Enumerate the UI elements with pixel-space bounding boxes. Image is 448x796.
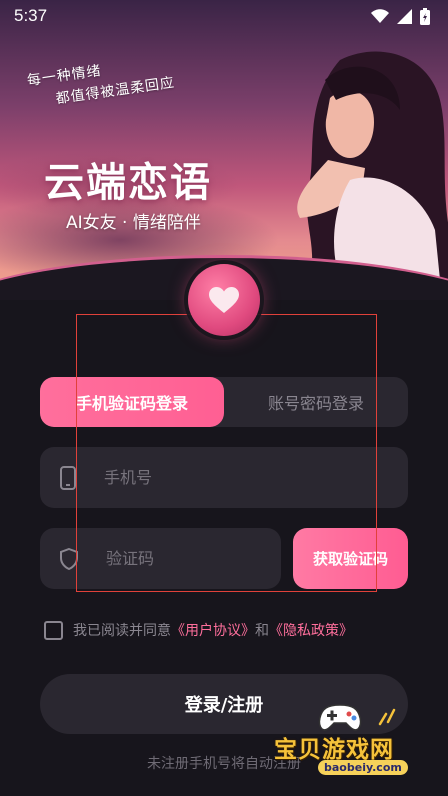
phone-icon xyxy=(60,465,76,490)
phone-field[interactable] xyxy=(40,447,408,508)
heart-icon xyxy=(209,286,239,313)
status-time: 5:37 xyxy=(14,6,48,25)
code-input[interactable] xyxy=(104,548,248,569)
battery-icon xyxy=(420,7,430,25)
spark-icon xyxy=(378,708,396,726)
hero-slogan: 每一种情绪 都值得被温柔回应 xyxy=(26,50,177,114)
agreement-checkbox[interactable] xyxy=(44,620,63,640)
get-code-button[interactable]: 获取验证码 xyxy=(293,528,408,589)
hero-banner: 每一种情绪 都值得被温柔回应 云端恋语 AI女友 · 情绪陪伴 xyxy=(0,0,448,300)
tab-sms-login[interactable]: 手机验证码登录 xyxy=(40,377,224,427)
heart-badge xyxy=(188,264,260,336)
agreement-prefix: 我已阅读并同意 xyxy=(73,623,171,639)
watermark-logo: 宝贝游戏网 baobeiy.com xyxy=(268,700,443,782)
shield-icon xyxy=(60,547,78,570)
agreement-row: 我已阅读并同意 《用户协议》 和 《隐私政策》 xyxy=(44,620,353,640)
signal-icon xyxy=(397,8,412,24)
status-icons xyxy=(371,7,430,25)
watermark-text: 宝贝游戏网 xyxy=(274,737,394,763)
status-bar: 5:37 xyxy=(0,0,448,32)
wifi-icon xyxy=(371,8,389,23)
gamepad-icon xyxy=(318,704,362,731)
privacy-policy-link[interactable]: 《隐私政策》 xyxy=(269,620,353,640)
app-title: 云端恋语 xyxy=(44,160,212,206)
app-subtitle: AI女友 · 情绪陪伴 xyxy=(66,213,201,233)
user-agreement-link[interactable]: 《用户协议》 xyxy=(171,620,255,640)
login-tabs: 手机验证码登录 账号密码登录 xyxy=(40,377,408,427)
code-field[interactable] xyxy=(40,528,281,589)
girl-illustration xyxy=(297,51,448,280)
phone-input[interactable] xyxy=(102,467,326,488)
agreement-and: 和 xyxy=(255,623,269,639)
tab-password-login[interactable]: 账号密码登录 xyxy=(224,377,408,427)
watermark-url: baobeiy.com xyxy=(318,760,408,775)
